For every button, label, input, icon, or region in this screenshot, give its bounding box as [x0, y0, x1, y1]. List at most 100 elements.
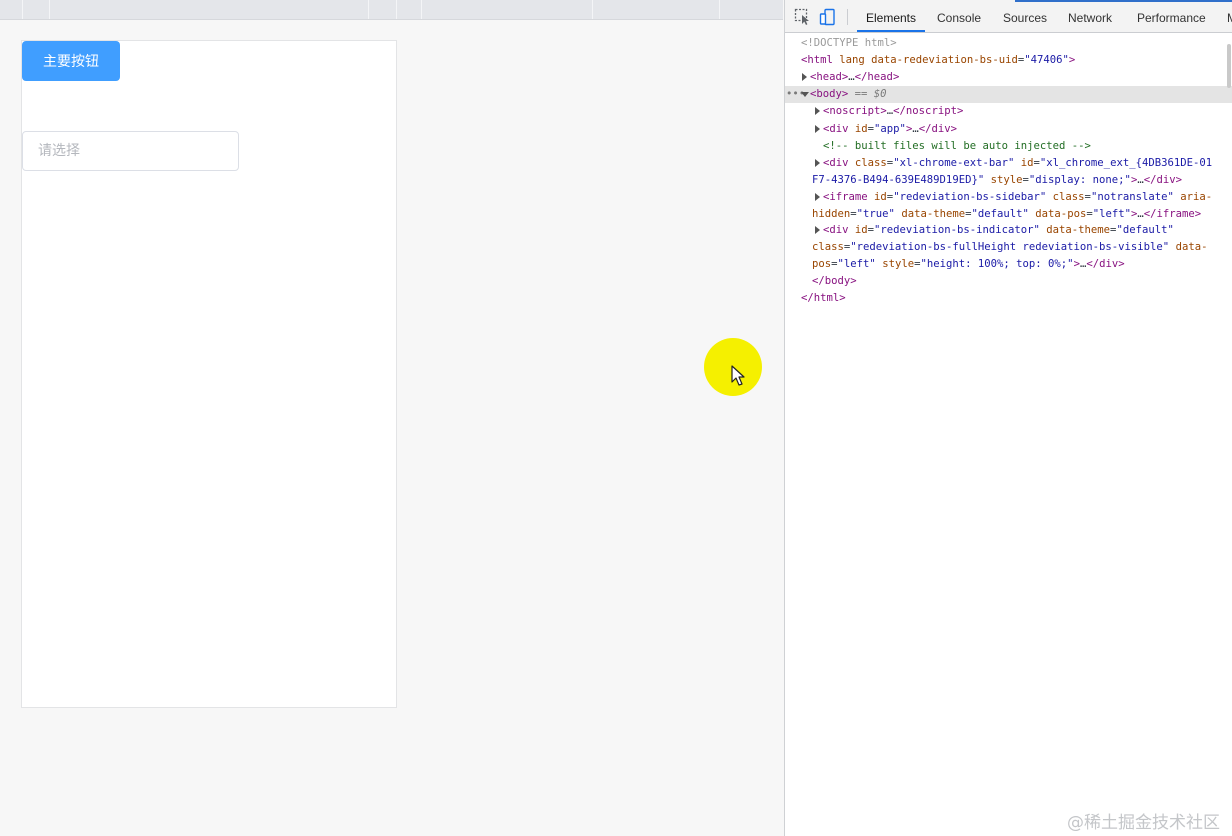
- dom-line-comment[interactable]: <!-- built files will be auto injected -…: [785, 138, 1232, 155]
- tab-sources[interactable]: Sources: [1003, 0, 1047, 32]
- attr-name-text: id: [867, 191, 887, 203]
- ruler-tick: [592, 0, 593, 19]
- tag-text: </body>: [812, 275, 857, 287]
- watermark: @稀土掘金技术社区: [1067, 813, 1220, 833]
- dom-line-head[interactable]: <head>…</head>: [785, 69, 1232, 86]
- tab-elements[interactable]: Elements: [857, 0, 925, 32]
- attr-name-text: class: [848, 157, 887, 169]
- ruler-tick: [396, 0, 397, 19]
- attr-value-text: "app": [874, 123, 906, 135]
- dom-line-doctype[interactable]: <!DOCTYPE html>: [785, 35, 1232, 52]
- primary-button[interactable]: 主要按钮: [22, 41, 120, 81]
- tag-text: >: [1068, 54, 1076, 66]
- attr-name-text: data-redeviation-bs-uid: [864, 54, 1018, 66]
- attr-name-text: pos: [812, 258, 832, 270]
- dom-line-ext-bar-cont[interactable]: F7-4376-B494-639E489D19ED}" style="displ…: [785, 172, 1232, 189]
- tag-text: <body>: [810, 88, 849, 100]
- ruler-tick: [22, 0, 23, 19]
- devtools-tabs: Elements Console Sources Network Perform…: [785, 0, 1232, 33]
- dom-line-iframe-cont[interactable]: hidden="true" data-theme="default" data-…: [785, 206, 1232, 223]
- attr-value-text: "redeviation-bs-indicator": [874, 224, 1040, 236]
- attr-name-text: id: [1014, 157, 1034, 169]
- dom-line-noscript[interactable]: <noscript>…</noscript>: [785, 103, 1232, 120]
- expand-triangle-icon[interactable]: [815, 193, 820, 201]
- attr-value-text: "xl-chrome-ext-bar": [893, 157, 1015, 169]
- tag-text: </head>: [854, 71, 900, 83]
- ruler-tick: [719, 0, 720, 19]
- attr-value-text: "default": [1116, 224, 1174, 236]
- attr-name-text: aria-: [1173, 191, 1213, 203]
- attr-value-text: "left": [837, 258, 876, 270]
- attr-name-text: data-theme: [894, 208, 966, 220]
- comment-text: <!-- built files will be auto injected -…: [823, 140, 1091, 152]
- attr-value-text: "notranslate": [1090, 191, 1174, 203]
- attr-name-text: data-theme: [1039, 224, 1111, 236]
- tag-text: <div: [823, 123, 849, 135]
- tag-text: </noscript>: [893, 105, 964, 117]
- select-input[interactable]: [22, 131, 239, 171]
- dom-line-indicator-cont2[interactable]: pos="left" style="height: 100%; top: 0%;…: [785, 256, 1232, 273]
- tag-text: </div>: [1143, 174, 1183, 186]
- page-viewport: 主要按钮: [0, 0, 783, 836]
- tag-text: <div: [823, 224, 849, 236]
- dom-line-iframe[interactable]: <iframe id="redeviation-bs-sidebar" clas…: [785, 189, 1232, 206]
- tab-network[interactable]: Network: [1068, 0, 1112, 32]
- ruler-tick: [49, 0, 50, 19]
- dom-line-ext-bar[interactable]: <div class="xl-chrome-ext-bar" id="xl_ch…: [785, 155, 1232, 172]
- dom-line-app[interactable]: <div id="app">…</div>: [785, 121, 1232, 138]
- console-ref-text: $0: [873, 88, 887, 100]
- dom-line-body-close[interactable]: </body>: [785, 273, 1232, 290]
- collapse-triangle-icon[interactable]: [801, 92, 809, 97]
- attr-value-text: F7-4376-B494-639E489D19ED}": [812, 174, 985, 186]
- attr-name-text: style: [875, 258, 915, 270]
- devtools-panel: Elements Console Sources Network Perform…: [784, 0, 1232, 836]
- ruler-tick: [368, 0, 369, 19]
- tag-text: </html>: [801, 292, 846, 304]
- attr-name-text: hidden: [812, 208, 851, 220]
- doctype-text: <!DOCTYPE html>: [801, 37, 897, 49]
- expand-triangle-icon[interactable]: [815, 159, 820, 167]
- attr-name-text: id: [848, 224, 868, 236]
- attr-value-text: "left": [1092, 208, 1131, 220]
- top-ruler: [0, 0, 783, 20]
- ruler-tick: [421, 0, 422, 19]
- attr-name-text: data-pos: [1028, 208, 1087, 220]
- expand-triangle-icon[interactable]: [815, 125, 820, 133]
- attr-name-text: class: [812, 241, 844, 253]
- attr-value-text: "xl_chrome_ext_{4DB361DE-01: [1039, 157, 1213, 169]
- tag-text: </div>: [1086, 258, 1125, 270]
- dom-line-html[interactable]: <html lang data-redeviation-bs-uid="4740…: [785, 52, 1232, 69]
- attr-value-text: "display: none;": [1028, 174, 1131, 186]
- tab-performance[interactable]: Performance: [1137, 0, 1206, 32]
- attr-value-text: "height: 100%; top: 0%;": [920, 258, 1074, 270]
- equals-text: ==: [848, 88, 874, 100]
- tag-text: </iframe>: [1143, 208, 1202, 220]
- dom-line-indicator-cont[interactable]: class="redeviation-bs-fullHeight redevia…: [785, 239, 1232, 256]
- attr-value-text: "default": [971, 208, 1029, 220]
- tag-text: <head>: [810, 71, 849, 83]
- dom-line-html-close[interactable]: </html>: [785, 290, 1232, 307]
- attr-value-text: "47406": [1024, 54, 1069, 66]
- attr-name-text: data-: [1169, 241, 1208, 253]
- expand-triangle-icon[interactable]: [815, 226, 820, 234]
- tag-text: <html: [801, 54, 833, 66]
- dom-line-body[interactable]: ••• <body> == $0: [785, 86, 1232, 103]
- expand-triangle-icon[interactable]: [815, 107, 820, 115]
- tag-text: </div>: [918, 123, 957, 135]
- tag-text: <div: [823, 157, 849, 169]
- attr-name-text: id: [848, 123, 868, 135]
- scrollbar-thumb[interactable]: [1227, 44, 1231, 88]
- attr-name-text: style: [984, 174, 1023, 186]
- attr-value-text: "redeviation-bs-sidebar": [893, 191, 1047, 203]
- tab-console[interactable]: Console: [937, 0, 981, 32]
- devtools-toolbar: Elements Console Sources Network Perform…: [785, 0, 1232, 33]
- expand-triangle-icon[interactable]: [802, 73, 807, 81]
- tab-more[interactable]: M: [1227, 0, 1232, 32]
- attr-value-text: "true": [856, 208, 895, 220]
- tag-text: <iframe: [823, 191, 868, 203]
- attr-name-text: lang: [832, 54, 865, 66]
- tag-text: <noscript>: [823, 105, 887, 117]
- attr-value-text: "redeviation-bs-fullHeight redeviation-b…: [850, 241, 1170, 253]
- dom-line-indicator[interactable]: <div id="redeviation-bs-indicator" data-…: [785, 222, 1232, 239]
- mouse-pointer-icon: [731, 365, 745, 386]
